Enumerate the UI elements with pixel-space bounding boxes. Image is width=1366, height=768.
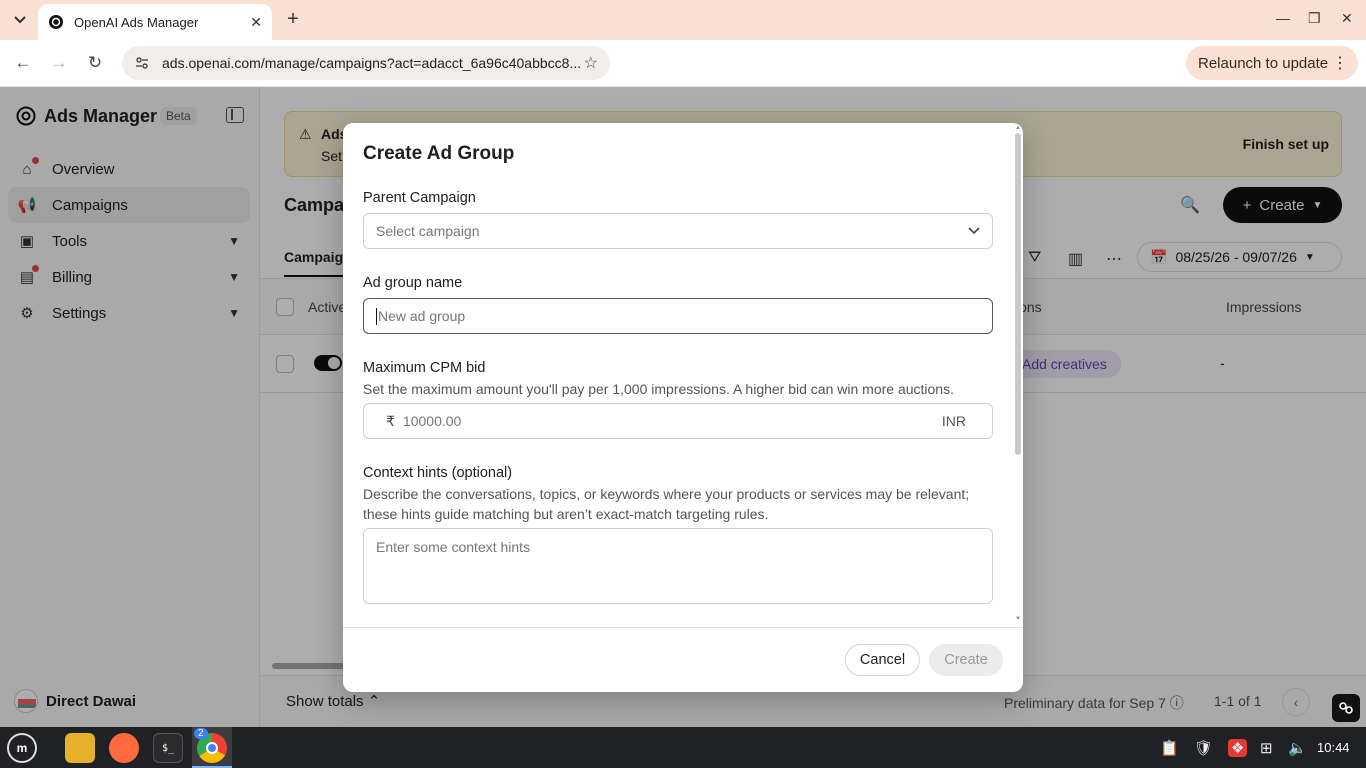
close-window-icon[interactable]: ✕	[1341, 10, 1353, 27]
clipboard-icon[interactable]: 📋	[1160, 739, 1179, 757]
select-placeholder: Select campaign	[376, 223, 480, 239]
browser-tab-bar: OpenAI Ads Manager ✕ + — ❐ ✕	[0, 0, 1366, 40]
new-tab-button[interactable]: +	[282, 9, 304, 31]
textarea-placeholder: Enter some context hints	[376, 539, 531, 555]
back-icon[interactable]: ←	[12, 52, 34, 74]
anydesk-icon[interactable]: ❖	[1228, 739, 1248, 757]
minimize-icon[interactable]: —	[1276, 10, 1290, 26]
dialog-title: Create Ad Group	[363, 143, 515, 164]
ad-group-name-input[interactable]: New ad group	[363, 298, 993, 334]
openai-logo-icon	[49, 15, 63, 29]
volume-icon[interactable]: 🔈	[1288, 739, 1307, 757]
menu-icon[interactable]: m	[7, 733, 37, 763]
os-taskbar: m $_ 2 📋 🛡 ❖ ⊞ 🔈 10:44	[0, 727, 1366, 768]
system-clock[interactable]: 10:44	[1317, 740, 1350, 755]
reload-icon[interactable]: ↻	[84, 52, 106, 74]
scroll-up-icon[interactable]: ▲	[1015, 125, 1021, 131]
relaunch-label: Relaunch to update	[1198, 54, 1329, 72]
window-count-badge: 2	[194, 728, 208, 739]
chevron-down-icon	[968, 224, 980, 238]
browser-tab[interactable]: OpenAI Ads Manager ✕	[38, 4, 272, 40]
input-placeholder: New ad group	[378, 308, 466, 324]
create-submit-button[interactable]: Create	[929, 644, 1003, 676]
context-hints-description: Describe the conversations, topics, or k…	[363, 486, 970, 522]
relaunch-button[interactable]: Relaunch to update ⋮	[1186, 46, 1358, 80]
max-cpm-input[interactable]: ₹ 10000.00 INR	[363, 403, 993, 439]
browser-menu-icon[interactable]: ⋮	[1332, 53, 1348, 73]
shield-icon[interactable]: 🛡	[1194, 739, 1213, 757]
parent-campaign-label: Parent Campaign	[363, 190, 476, 206]
close-tab-icon[interactable]: ✕	[250, 14, 262, 31]
forward-icon[interactable]: →	[48, 52, 70, 74]
context-hints-textarea[interactable]: Enter some context hints	[363, 528, 993, 604]
input-placeholder: 10000.00	[402, 413, 462, 429]
dialog-scrollbar[interactable]	[1015, 133, 1021, 455]
cancel-button[interactable]: Cancel	[845, 644, 920, 676]
max-cpm-description: Set the maximum amount you'll pay per 1,…	[363, 381, 954, 397]
text-cursor	[376, 307, 377, 325]
currency-code: INR	[941, 413, 966, 429]
max-cpm-label: Maximum CPM bid	[363, 360, 486, 376]
assistant-launcher-icon[interactable]	[1332, 694, 1360, 722]
site-settings-icon[interactable]	[134, 55, 150, 71]
maximize-icon[interactable]: ❐	[1308, 10, 1321, 27]
terminal-icon[interactable]: $_	[153, 733, 183, 763]
tab-title: OpenAI Ads Manager	[74, 14, 199, 30]
context-hints-label: Context hints (optional)	[363, 465, 513, 481]
ad-group-name-label: Ad group name	[363, 275, 463, 291]
create-ad-group-dialog: Create Ad Group Parent Campaign Select c…	[343, 123, 1023, 692]
browser-toolbar: ← → ↻ ads.openai.com/manage/campaigns?ac…	[0, 40, 1366, 114]
tab-search-icon[interactable]	[8, 8, 32, 32]
files-folder-icon[interactable]	[65, 733, 95, 763]
scroll-down-icon[interactable]: ▼	[1015, 616, 1021, 622]
parent-campaign-select[interactable]: Select campaign	[363, 213, 993, 249]
currency-symbol: ₹	[386, 412, 395, 429]
dialog-body: Create Ad Group Parent Campaign Select c…	[343, 123, 1023, 628]
firefox-icon[interactable]	[109, 733, 139, 763]
url-text: ads.openai.com/manage/campaigns?act=adac…	[162, 55, 582, 71]
bookmark-star-icon[interactable]: ☆	[584, 53, 598, 73]
network-icon[interactable]: ⊞	[1260, 739, 1273, 757]
address-bar[interactable]: ads.openai.com/manage/campaigns?act=adac…	[122, 46, 610, 80]
